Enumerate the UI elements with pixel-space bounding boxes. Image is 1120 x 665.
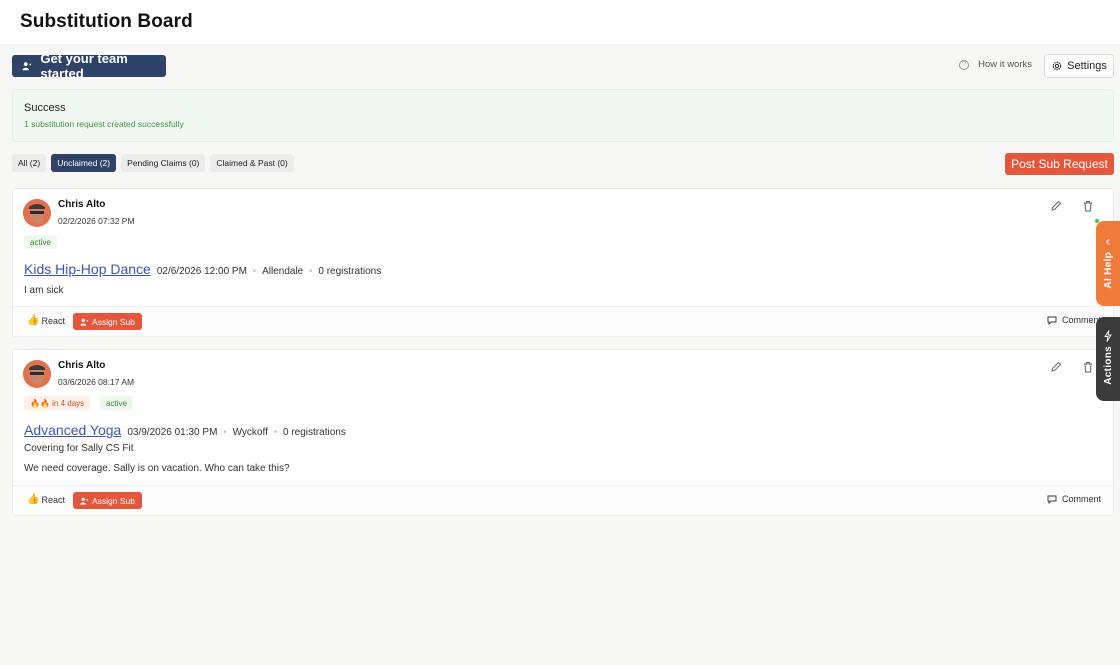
comment-button[interactable]: Comment: [1047, 315, 1101, 325]
how-it-works-link[interactable]: ? How it works: [959, 59, 1032, 70]
tab-claimed-past[interactable]: Claimed & Past (0): [210, 154, 294, 172]
sub-request-card: Chris Alto 02/2/2026 07:32 PM active Kid…: [12, 188, 1114, 337]
gear-icon: [1052, 61, 1062, 71]
pencil-icon[interactable]: [1049, 199, 1063, 213]
lightning-icon: [1104, 330, 1112, 342]
alert-message: 1 substitution request created successfu…: [24, 119, 184, 129]
status-badge: active: [24, 235, 57, 249]
react-label: React: [41, 315, 65, 326]
tab-all[interactable]: All (2): [12, 154, 47, 172]
person-add-icon: [22, 62, 32, 71]
class-registrations: 0 registrations: [283, 427, 346, 438]
chevron-left-icon: [1105, 239, 1110, 245]
sub-request-card: Chris Alto 03/6/2026 08:17 AM 🔥🔥 in 4 da…: [12, 349, 1114, 516]
filter-tabs: All (2) Unclaimed (2) Pending Claims (0)…: [12, 154, 294, 172]
class-info: Advanced Yoga 03/9/2026 01:30 PM • Wycko…: [24, 422, 346, 438]
class-title-link[interactable]: Kids Hip-Hop Dance: [24, 261, 151, 277]
assign-sub-label: Assign Sub: [92, 495, 135, 506]
thumbs-up-icon: 👍: [27, 315, 40, 326]
class-location: Allendale: [262, 266, 304, 277]
trash-icon[interactable]: [1081, 360, 1095, 374]
post-message: I am sick: [24, 285, 64, 296]
post-message: We need coverage. Sally is on vacation. …: [24, 463, 290, 474]
urgency-badge: 🔥🔥 in 4 days: [24, 396, 91, 410]
class-location: Wyckoff: [232, 427, 268, 438]
react-label: React: [41, 494, 65, 505]
how-it-works-label: How it works: [978, 59, 1032, 70]
thumbs-up-icon: 👍: [27, 494, 40, 505]
get-team-started-button[interactable]: Get your team started: [12, 51, 166, 81]
separator-dot: •: [223, 427, 227, 437]
trash-icon[interactable]: [1081, 199, 1095, 213]
status-badge: active: [100, 396, 133, 410]
avatar: [23, 199, 51, 227]
post-timestamp: 02/2/2026 07:32 PM: [58, 216, 135, 226]
class-registrations: 0 registrations: [318, 266, 382, 277]
post-note: Covering for Sally CS Fit: [24, 443, 134, 454]
speech-bubble-icon: [1047, 495, 1057, 504]
ai-help-label: AI Help: [1102, 252, 1114, 289]
pencil-icon[interactable]: [1049, 360, 1063, 374]
separator-dot: •: [273, 427, 278, 437]
alert-title: Success: [24, 102, 66, 114]
comment-label: Comment: [1061, 494, 1101, 504]
comment-button[interactable]: Comment: [1047, 494, 1101, 504]
react-button[interactable]: 👍 React: [27, 315, 65, 326]
assign-sub-button[interactable]: Assign Sub: [73, 492, 142, 509]
speech-bubble-icon: [1047, 316, 1057, 325]
class-title-link[interactable]: Advanced Yoga: [24, 422, 121, 438]
question-circle-icon: ?: [959, 59, 970, 70]
separator-dot: •: [309, 266, 313, 276]
class-time: 03/9/2026 01:30 PM: [127, 427, 218, 438]
author-name: Chris Alto: [58, 360, 106, 371]
ai-help-tab[interactable]: AI Help: [1096, 221, 1120, 306]
card-footer: 👍 React Assign Sub Comment: [13, 306, 1113, 336]
tab-pending-claims[interactable]: Pending Claims (0): [121, 154, 206, 172]
settings-button[interactable]: Settings: [1044, 54, 1114, 78]
card-footer: 👍 React Assign Sub Comment: [13, 485, 1113, 515]
get-team-started-label: Get your team started: [40, 51, 128, 81]
assign-sub-button[interactable]: Assign Sub: [73, 313, 142, 330]
avatar: [23, 360, 51, 388]
page-title: Substitution Board: [20, 11, 193, 32]
assign-sub-label: Assign Sub: [92, 316, 135, 327]
class-info: Kids Hip-Hop Dance 02/6/2026 12:00 PM • …: [24, 261, 381, 277]
settings-label: Settings: [1067, 60, 1107, 72]
author-name: Chris Alto: [58, 199, 106, 210]
actions-tab[interactable]: Actions: [1096, 317, 1120, 401]
post-timestamp: 03/6/2026 08:17 AM: [58, 377, 135, 387]
person-add-icon: [80, 497, 88, 505]
success-alert: Success 1 substitution request created s…: [12, 89, 1114, 142]
post-sub-request-button[interactable]: Post Sub Request: [1005, 153, 1114, 175]
toolbar: Get your team started ? How it works Set…: [12, 51, 1114, 81]
actions-label: Actions: [1102, 346, 1114, 385]
class-time: 02/6/2026 12:00 PM: [156, 266, 247, 277]
person-add-icon: [80, 318, 88, 326]
react-button[interactable]: 👍 React: [27, 494, 65, 505]
top-bar: Substitution Board: [0, 0, 1120, 44]
tab-unclaimed[interactable]: Unclaimed (2): [51, 154, 117, 172]
separator-dot: •: [252, 266, 257, 276]
